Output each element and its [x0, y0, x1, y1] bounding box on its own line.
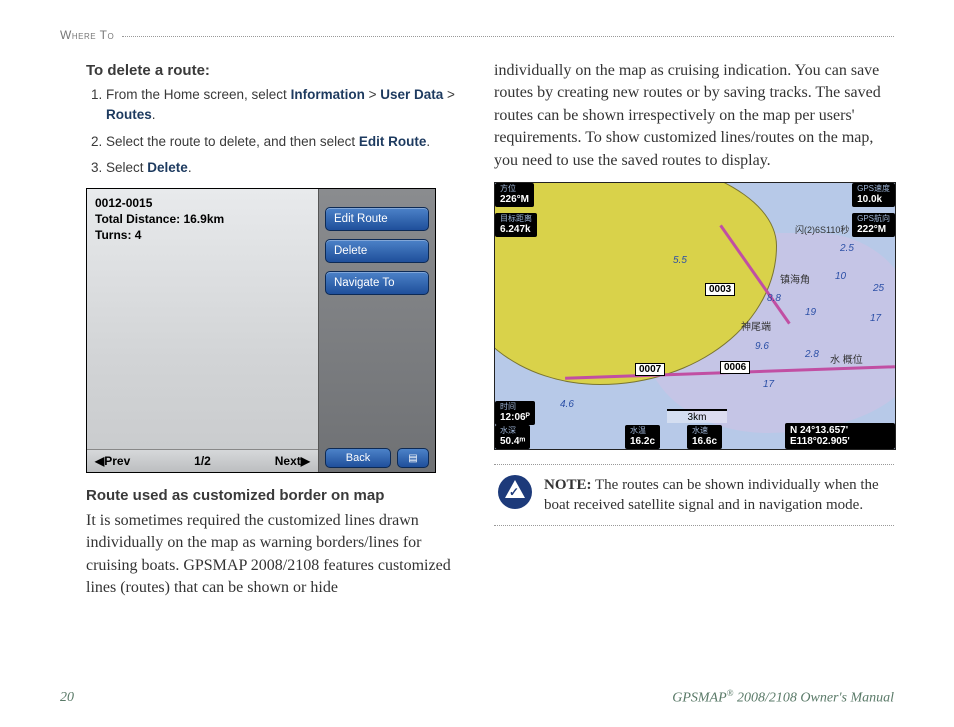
sounding: 2.5: [840, 243, 854, 254]
place-zhenhai: 镇海角: [780, 271, 810, 286]
sounding: 25: [873, 283, 884, 294]
waypoint-0006[interactable]: 0006: [720, 361, 750, 374]
note-block: NOTE: The routes can be shown individual…: [494, 464, 894, 527]
back-button[interactable]: Back: [325, 448, 391, 468]
sounding: 10: [835, 271, 846, 282]
step-1: From the Home screen, select Information…: [106, 85, 460, 126]
custom-border-heading: Route used as customized border on map: [86, 487, 460, 504]
delete-button[interactable]: Delete: [325, 239, 429, 263]
scale-bar: 3km: [667, 409, 727, 423]
sounding: 17: [763, 379, 774, 390]
menu-icon: ▤: [408, 453, 417, 464]
step-3: Select Delete.: [106, 158, 460, 178]
page-footer: 20 GPSMAP® 2008/2108 Owner's Manual: [60, 682, 894, 727]
position-readout: N 24°13.657'E118°02.905': [785, 423, 895, 449]
place-shenwei: 神尾端: [741, 318, 771, 333]
route-info-panel: 0012-0015 Total Distance: 16.9km Turns: …: [87, 189, 319, 472]
header-rule: [122, 36, 894, 37]
sounding: 9.6: [755, 341, 769, 352]
route-id: 0012-0015: [95, 195, 310, 211]
waypoint-0007[interactable]: 0007: [635, 363, 665, 376]
sounding: 4.6: [560, 399, 574, 410]
waypoint-0003[interactable]: 0003: [705, 283, 735, 296]
manual-title: GPSMAP® 2008/2108 Owner's Manual: [672, 688, 894, 707]
navigate-to-button[interactable]: Navigate To: [325, 271, 429, 295]
menu-button[interactable]: ▤: [397, 448, 429, 468]
light-label: 闪(2)6S110秒: [795, 223, 849, 236]
edit-route-button[interactable]: Edit Route: [325, 207, 429, 231]
sounding: 17: [870, 313, 881, 324]
sounding: 5.5: [673, 255, 687, 266]
map-screenshot: 方位226°M 目标距离6.247k GPS速度10.0k GPS航向222°M…: [494, 182, 896, 450]
delete-route-steps: From the Home screen, select Information…: [60, 85, 460, 178]
step-2: Select the route to delete, and then sel…: [106, 132, 460, 152]
page-number: 20: [60, 690, 74, 706]
prev-button[interactable]: ◀Prev: [95, 454, 130, 468]
depth-readout: 水深50.4ᵐ: [495, 425, 530, 449]
route-actions-sidebar: Edit Route Delete Navigate To Back ▤: [319, 189, 435, 472]
dest-distance-readout: 目标距离6.247k: [495, 213, 537, 237]
total-distance: Total Distance: 16.9km: [95, 211, 310, 227]
page-indicator: 1/2: [194, 454, 211, 468]
sounding: 2.8: [805, 349, 819, 360]
water-speed-readout: 水速16.6c: [687, 425, 722, 449]
next-button[interactable]: Next▶: [275, 454, 310, 468]
note-text: NOTE: The routes can be shown individual…: [544, 475, 890, 516]
custom-border-paragraph: It is sometimes required the customized …: [86, 510, 460, 600]
gps-heading-readout: GPS航向222°M: [852, 213, 895, 237]
delete-route-heading: To delete a route:: [86, 62, 460, 79]
sounding: 19: [805, 307, 816, 318]
heading-readout: 方位226°M: [495, 183, 534, 207]
place-water: 水 概位: [830, 351, 863, 366]
continuation-paragraph: individually on the map as cruising indi…: [494, 60, 894, 172]
water-temp-readout: 水温16.2c: [625, 425, 660, 449]
note-icon: [498, 475, 532, 509]
sounding: 8.8: [767, 293, 781, 304]
turns-count: Turns: 4: [95, 227, 310, 243]
gps-speed-readout: GPS速度10.0k: [852, 183, 895, 207]
time-readout: 时间12:06ᴾ: [495, 401, 535, 425]
pager-bar: ◀Prev 1/2 Next▶: [87, 449, 318, 472]
route-list-screenshot: 0012-0015 Total Distance: 16.9km Turns: …: [86, 188, 436, 473]
section-header: Where To: [60, 28, 122, 42]
